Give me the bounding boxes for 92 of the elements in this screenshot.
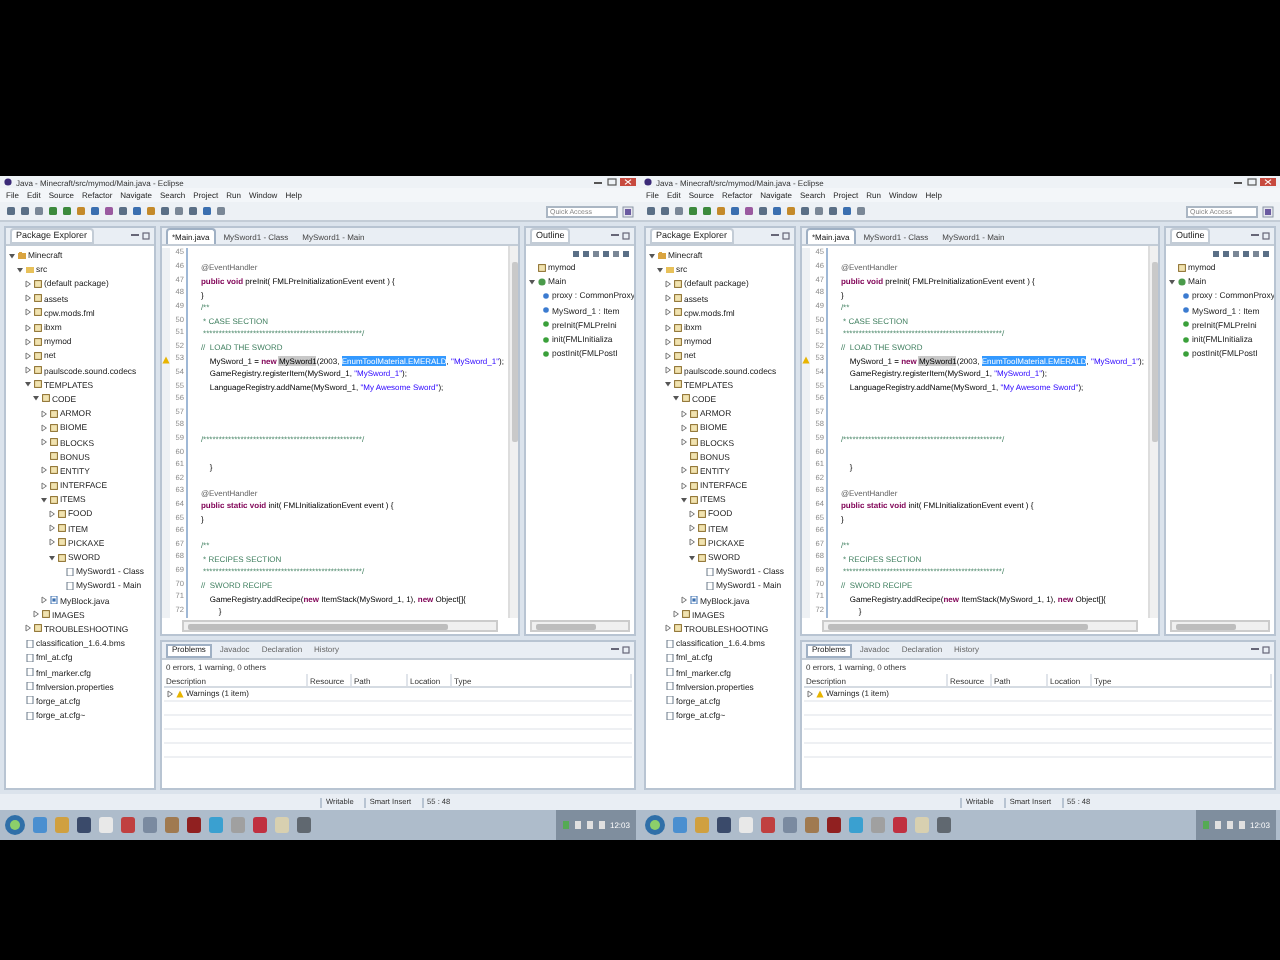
expand-arrow-icon[interactable] bbox=[40, 466, 48, 475]
expand-arrow-icon[interactable] bbox=[48, 509, 56, 518]
maximize-icon[interactable] bbox=[606, 178, 618, 186]
expand-arrow-icon[interactable] bbox=[672, 610, 680, 619]
expand-arrow-icon[interactable] bbox=[40, 423, 48, 432]
expand-arrow-icon[interactable] bbox=[40, 409, 48, 418]
java-file-icon bbox=[50, 596, 58, 605]
expand-arrow-icon[interactable] bbox=[24, 366, 32, 375]
vertical-scrollbar[interactable] bbox=[1148, 246, 1158, 618]
warning-icon bbox=[176, 690, 184, 698]
expand-arrow-icon[interactable] bbox=[24, 279, 32, 288]
expand-arrow-icon[interactable] bbox=[664, 308, 672, 317]
expand-arrow-icon[interactable] bbox=[806, 690, 814, 698]
expand-arrow-icon[interactable] bbox=[48, 524, 56, 533]
expand-arrow-icon[interactable] bbox=[24, 624, 32, 633]
collapse-arrow-icon[interactable] bbox=[648, 251, 656, 260]
perspective-icon[interactable] bbox=[622, 205, 634, 217]
expand-arrow-icon[interactable] bbox=[40, 438, 48, 447]
class-icon bbox=[538, 277, 546, 286]
expand-arrow-icon[interactable] bbox=[680, 466, 688, 475]
expand-arrow-icon[interactable] bbox=[664, 366, 672, 375]
collapse-arrow-icon[interactable] bbox=[688, 553, 696, 562]
minimize-icon[interactable] bbox=[1250, 232, 1260, 238]
collapse-arrow-icon[interactable] bbox=[664, 380, 672, 389]
expand-arrow-icon[interactable] bbox=[688, 538, 696, 547]
java-file-icon bbox=[690, 596, 698, 605]
collapse-arrow-icon[interactable] bbox=[32, 394, 40, 403]
expand-arrow-icon[interactable] bbox=[24, 337, 32, 346]
minimize-icon[interactable] bbox=[610, 646, 620, 652]
minimize-icon[interactable] bbox=[770, 232, 780, 238]
start-button-icon[interactable] bbox=[4, 814, 26, 836]
project-icon bbox=[18, 251, 26, 260]
expand-arrow-icon[interactable] bbox=[664, 337, 672, 346]
maximize-icon[interactable] bbox=[782, 232, 790, 240]
expand-arrow-icon[interactable] bbox=[32, 610, 40, 619]
app-icon bbox=[644, 178, 652, 186]
maximize-icon[interactable] bbox=[1262, 646, 1270, 654]
start-button-icon[interactable] bbox=[644, 814, 666, 836]
maximize-icon[interactable] bbox=[142, 232, 150, 240]
collapse-arrow-icon[interactable] bbox=[8, 251, 16, 260]
collapse-arrow-icon[interactable] bbox=[16, 265, 24, 274]
collapse-arrow-icon[interactable] bbox=[528, 277, 536, 286]
horizontal-scrollbar[interactable] bbox=[822, 620, 1138, 632]
expand-arrow-icon[interactable] bbox=[40, 596, 48, 605]
collapse-arrow-icon[interactable] bbox=[40, 495, 48, 504]
expand-arrow-icon[interactable] bbox=[166, 690, 174, 698]
close-icon[interactable] bbox=[620, 178, 636, 186]
vertical-scrollbar[interactable] bbox=[508, 246, 518, 618]
expand-arrow-icon[interactable] bbox=[664, 323, 672, 332]
expand-arrow-icon[interactable] bbox=[24, 323, 32, 332]
minimize-icon[interactable] bbox=[610, 232, 620, 238]
folder-icon bbox=[666, 265, 674, 274]
horizontal-scrollbar[interactable] bbox=[182, 620, 498, 632]
expand-arrow-icon[interactable] bbox=[680, 438, 688, 447]
collapse-arrow-icon[interactable] bbox=[672, 394, 680, 403]
horizontal-scrollbar[interactable] bbox=[1170, 620, 1270, 632]
collapse-arrow-icon[interactable] bbox=[680, 495, 688, 504]
expand-arrow-icon[interactable] bbox=[664, 624, 672, 633]
perspective-icon[interactable] bbox=[1262, 205, 1274, 217]
collapse-arrow-icon[interactable] bbox=[656, 265, 664, 274]
project-icon bbox=[658, 251, 666, 260]
expand-arrow-icon[interactable] bbox=[664, 279, 672, 288]
expand-arrow-icon[interactable] bbox=[48, 538, 56, 547]
expand-arrow-icon[interactable] bbox=[664, 294, 672, 303]
close-icon[interactable] bbox=[1260, 178, 1276, 186]
expand-arrow-icon[interactable] bbox=[24, 351, 32, 360]
horizontal-scrollbar[interactable] bbox=[530, 620, 630, 632]
expand-arrow-icon[interactable] bbox=[24, 294, 32, 303]
expand-arrow-icon[interactable] bbox=[40, 481, 48, 490]
minimize-icon[interactable] bbox=[1250, 646, 1260, 652]
maximize-icon[interactable] bbox=[1262, 232, 1270, 240]
expand-arrow-icon[interactable] bbox=[680, 481, 688, 490]
app-icon bbox=[4, 178, 12, 186]
expand-arrow-icon[interactable] bbox=[664, 351, 672, 360]
collapse-arrow-icon[interactable] bbox=[24, 380, 32, 389]
package-icon bbox=[1178, 263, 1186, 272]
package-icon bbox=[538, 263, 546, 272]
warning-icon bbox=[816, 690, 824, 698]
collapse-arrow-icon[interactable] bbox=[1168, 277, 1176, 286]
expand-arrow-icon[interactable] bbox=[680, 596, 688, 605]
collapse-arrow-icon[interactable] bbox=[48, 553, 56, 562]
expand-arrow-icon[interactable] bbox=[24, 308, 32, 317]
folder-icon bbox=[26, 265, 34, 274]
minimize-icon[interactable] bbox=[130, 232, 140, 238]
class-icon bbox=[1178, 277, 1186, 286]
maximize-icon[interactable] bbox=[622, 646, 630, 654]
maximize-icon[interactable] bbox=[622, 232, 630, 240]
maximize-icon[interactable] bbox=[1246, 178, 1258, 186]
expand-arrow-icon[interactable] bbox=[680, 423, 688, 432]
expand-arrow-icon[interactable] bbox=[680, 409, 688, 418]
expand-arrow-icon[interactable] bbox=[688, 524, 696, 533]
expand-arrow-icon[interactable] bbox=[688, 509, 696, 518]
